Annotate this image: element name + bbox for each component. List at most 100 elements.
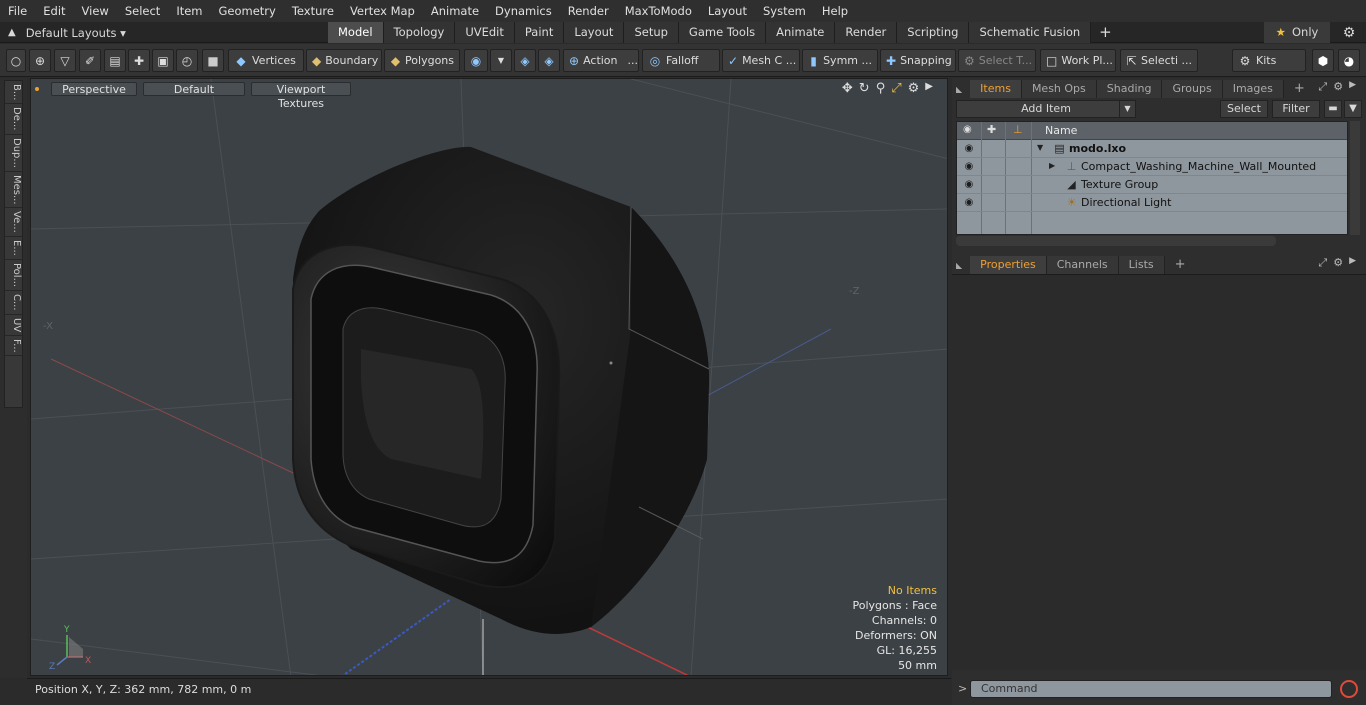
move-view-icon[interactable]: ✥ — [842, 81, 853, 96]
menu-animate[interactable]: Animate — [423, 0, 487, 22]
add-panel-tab-button[interactable]: + — [1284, 80, 1315, 98]
expand-props-icon[interactable]: ⤢ — [1318, 256, 1327, 270]
command-input[interactable]: Command — [970, 680, 1332, 698]
visibility-column-icon[interactable]: ◉ — [963, 124, 972, 135]
tab-animate[interactable]: Animate — [766, 22, 836, 43]
menu-geometry[interactable]: Geometry — [211, 0, 284, 22]
boundary-mode-button[interactable]: ◆ Boundary — [306, 49, 382, 72]
mode-dropdown-button[interactable]: ▼ — [490, 49, 512, 72]
panel-collapse-icon[interactable]: ◣ — [956, 85, 962, 94]
tab-topology[interactable]: Topology — [383, 22, 456, 43]
viewport-textures-button[interactable]: Viewport Textures — [251, 82, 351, 110]
eye-icon[interactable]: ◉ — [963, 143, 975, 155]
menu-select[interactable]: Select — [117, 0, 168, 22]
vtab-curve[interactable]: C... — [5, 291, 22, 315]
props-menu-arrow-icon[interactable]: ▶ — [1349, 256, 1356, 270]
add-item-button[interactable]: Add Item ▼ — [956, 100, 1136, 118]
tab-game-tools[interactable]: Game Tools — [678, 22, 767, 43]
filter-funnel-button[interactable]: ▼ — [1344, 100, 1362, 118]
rotate-view-icon[interactable]: ↻ — [859, 81, 870, 96]
material-mode-button[interactable]: ◉ — [464, 49, 488, 72]
eye-icon[interactable]: ◉ — [963, 179, 975, 191]
vtab-mesh-edit[interactable]: Mes... — [5, 172, 22, 209]
vtab-polygon[interactable]: Pol... — [5, 260, 22, 291]
tab-shading[interactable]: Shading — [1096, 80, 1163, 98]
tab-groups[interactable]: Groups — [1162, 80, 1223, 98]
menu-view[interactable]: View — [74, 0, 117, 22]
perspective-button[interactable]: Perspective — [51, 82, 137, 96]
viewport-menu-arrow-icon[interactable]: ▶ — [925, 81, 933, 96]
work-plane-button[interactable]: □ Work Pl... — [1040, 49, 1116, 72]
vtab-deform[interactable]: De... — [5, 104, 22, 135]
tree-row-scene[interactable]: ◉ ▼ ▤ modo.lxo — [957, 140, 1347, 158]
item-mode-button[interactable]: ■ — [202, 49, 224, 72]
tab-images[interactable]: Images — [1222, 80, 1284, 98]
menu-dynamics[interactable]: Dynamics — [487, 0, 560, 22]
tree-row-mesh[interactable]: ◉ ▶ ⊥ Compact_Washing_Machine_Wall_Mount… — [957, 158, 1347, 176]
symmetry-left-button[interactable]: ◈ — [514, 49, 536, 72]
menu-render[interactable]: Render — [560, 0, 617, 22]
align-tool-button[interactable]: ▤ — [104, 49, 126, 72]
tab-channels[interactable]: Channels — [1046, 256, 1119, 274]
maximize-view-icon[interactable]: ⤢ — [891, 81, 901, 96]
add-item-dropdown-icon[interactable]: ▼ — [1119, 101, 1135, 117]
eye-icon[interactable]: ◉ — [963, 161, 975, 173]
tab-setup[interactable]: Setup — [624, 22, 679, 43]
selection-sets-button[interactable]: ⇱ Selecti ... — [1120, 49, 1198, 72]
vtab-uv[interactable]: UV — [5, 315, 22, 336]
tab-uvedit[interactable]: UVEdit — [455, 22, 515, 43]
name-column-header[interactable]: Name — [1045, 124, 1077, 137]
items-horizontal-scrollbar[interactable] — [956, 236, 1276, 246]
props-settings-icon[interactable]: ⚙ — [1333, 256, 1343, 270]
3d-viewport[interactable]: -X -Z Y X Z Perspective Default Viewport… — [30, 78, 948, 676]
expand-triangle-icon[interactable]: ▼ — [1037, 143, 1043, 152]
tab-properties[interactable]: Properties — [970, 256, 1047, 274]
expand-panel-icon[interactable]: ⤢ — [1318, 80, 1327, 94]
globe-button[interactable]: ⊕ — [29, 49, 51, 72]
gear-icon[interactable]: ⚙ — [1340, 24, 1358, 42]
tab-layout[interactable]: Layout — [564, 22, 625, 43]
unity-button[interactable]: ⬢ — [1312, 49, 1334, 72]
record-macro-icon[interactable] — [1340, 680, 1358, 698]
kits-button[interactable]: ⚙ Kits — [1232, 49, 1306, 72]
falloff-button[interactable]: ◎ Falloff — [642, 49, 720, 72]
items-vertical-scrollbar[interactable] — [1350, 121, 1360, 235]
frame-tool-button[interactable]: ▣ — [152, 49, 174, 72]
vertices-mode-button[interactable]: ◆ Vertices — [228, 49, 304, 72]
tree-row-texture-group[interactable]: ◉ ◢ Texture Group — [957, 176, 1347, 194]
tab-schematic-fusion[interactable]: Schematic Fusion — [969, 22, 1092, 43]
menu-texture[interactable]: Texture — [284, 0, 342, 22]
only-toggle[interactable]: ★ Only — [1264, 22, 1330, 43]
tab-scripting[interactable]: Scripting — [897, 22, 970, 43]
menu-layout[interactable]: Layout — [700, 0, 755, 22]
add-props-tab-button[interactable]: + — [1165, 256, 1196, 274]
polygons-mode-button[interactable]: ◆ Polygons — [384, 49, 460, 72]
vtab-duplicate[interactable]: Dup... — [5, 135, 22, 172]
menu-system[interactable]: System — [755, 0, 814, 22]
default-style-button[interactable]: Default — [143, 82, 245, 96]
menu-file[interactable]: File — [0, 0, 35, 22]
menu-help[interactable]: Help — [814, 0, 856, 22]
filter-button[interactable]: Filter — [1272, 100, 1320, 118]
vtab-basic[interactable]: B... — [5, 81, 22, 105]
viewport-settings-icon[interactable]: ⚙ — [908, 81, 920, 96]
pen-tool-button[interactable]: ▽ — [54, 49, 76, 72]
tab-render[interactable]: Render — [835, 22, 898, 43]
collapse-all-button[interactable]: ▬ — [1324, 100, 1342, 118]
axis-column-icon[interactable]: ⊥ — [1013, 123, 1023, 136]
select-button[interactable]: Select — [1220, 100, 1268, 118]
vtab-fusion[interactable]: F... — [5, 336, 22, 357]
brush-tool-button[interactable]: ✐ — [79, 49, 101, 72]
panel-menu-arrow-icon[interactable]: ▶ — [1349, 80, 1356, 94]
symmetry-button[interactable]: ▮ Symm ... — [802, 49, 878, 72]
menu-edit[interactable]: Edit — [35, 0, 73, 22]
tab-lists[interactable]: Lists — [1118, 256, 1165, 274]
eye-icon[interactable]: ◉ — [963, 197, 975, 209]
layouts-selector[interactable]: ▲ Default Layouts ▾ — [8, 22, 126, 43]
menu-maxtomodo[interactable]: MaxToModo — [617, 0, 700, 22]
mesh-constraints-button[interactable]: ✓ Mesh C ... — [722, 49, 800, 72]
select-circle-button[interactable]: ○ — [6, 49, 26, 72]
props-collapse-icon[interactable]: ◣ — [956, 261, 962, 270]
zoom-view-icon[interactable]: ⚲ — [876, 81, 886, 96]
vtab-edge[interactable]: E... — [5, 237, 22, 260]
